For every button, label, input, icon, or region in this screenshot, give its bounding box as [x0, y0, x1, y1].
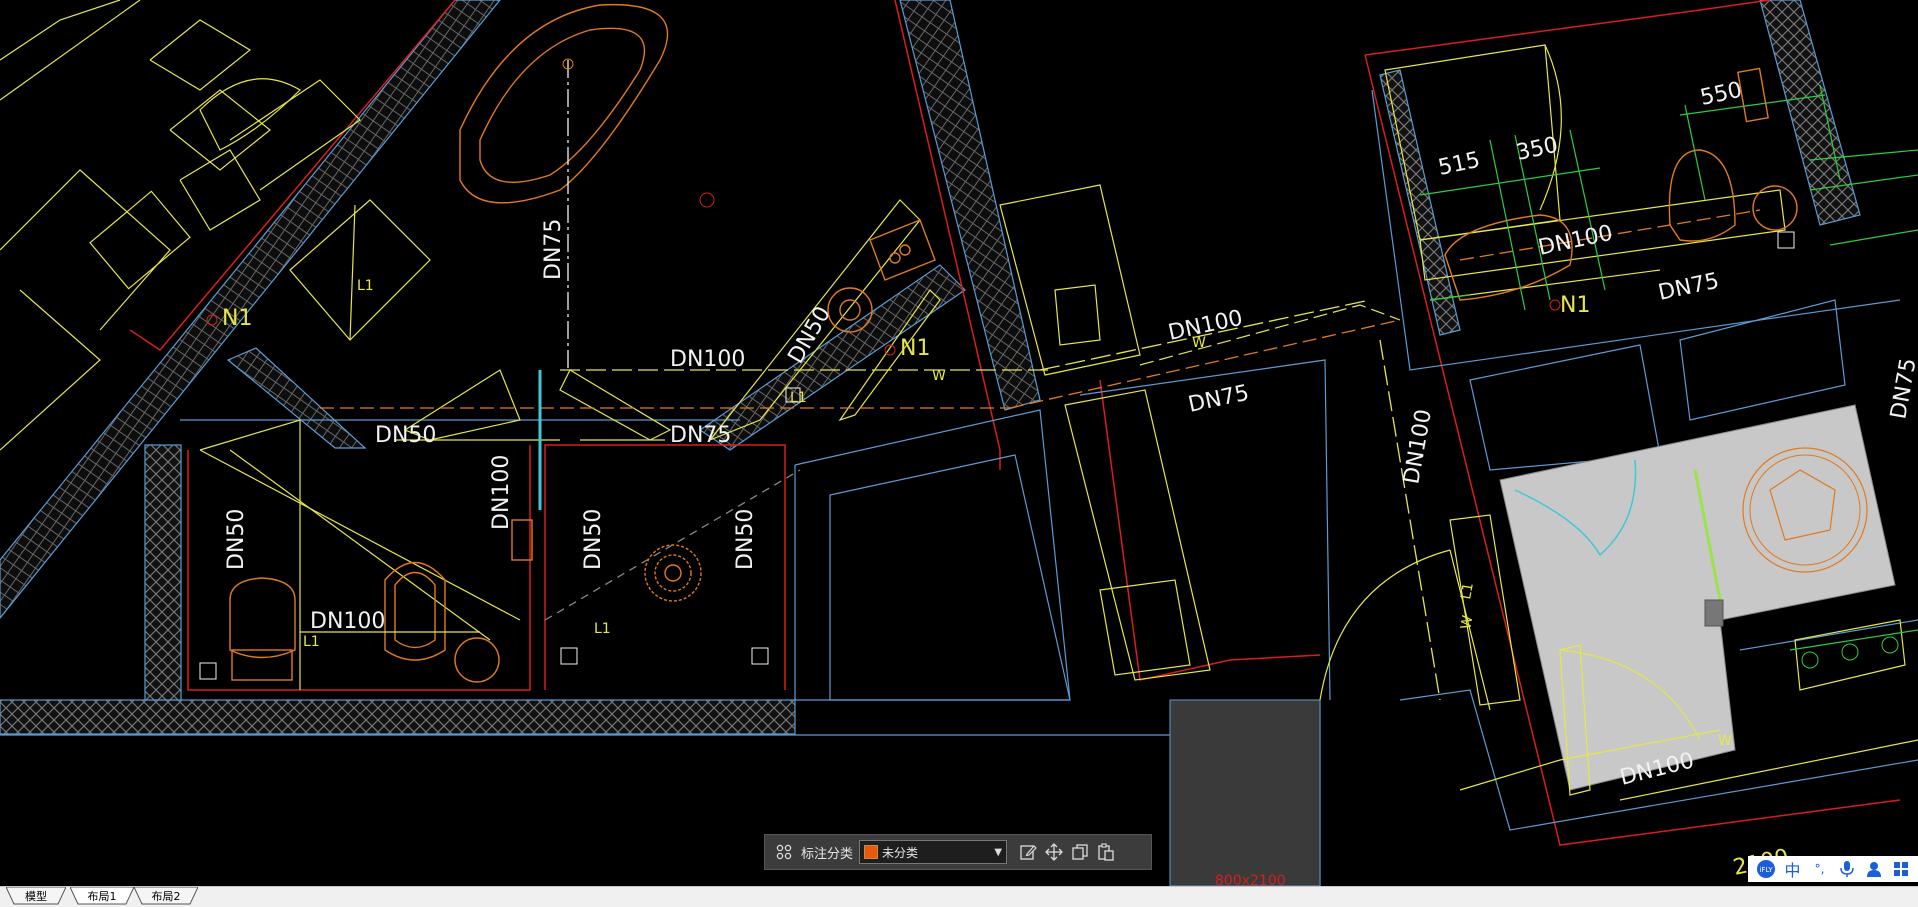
tab-layout1[interactable]: 布局1	[70, 887, 134, 905]
tab-layout1-label: 布局1	[87, 890, 117, 903]
label-l1: L1	[1458, 581, 1477, 600]
ime-logo-icon[interactable]: iFLY	[1755, 858, 1777, 880]
label-dim-350: 350	[1514, 133, 1560, 166]
label-dn50: DN50	[375, 423, 436, 448]
grey-room	[1499, 404, 1896, 791]
ime-chinese-mode[interactable]: 中	[1782, 858, 1804, 880]
tab-model-label: 模型	[25, 890, 47, 903]
label-dn75: DN75	[1656, 269, 1721, 306]
label-dn100: DN100	[310, 609, 385, 634]
label-n1: N1	[222, 306, 252, 331]
label-dn75: DN75	[541, 219, 566, 280]
label-dim-800x2100: 800x2100	[1215, 873, 1286, 886]
tab-layout2[interactable]: 布局2	[134, 887, 198, 905]
tab-layout2-label: 布局2	[151, 890, 181, 903]
label-w: W	[1458, 614, 1476, 631]
label-dim-550: 550	[1698, 78, 1744, 111]
category-color-swatch	[864, 845, 879, 859]
annotation-category-label: 标注分类	[801, 846, 854, 862]
label-dn50: DN50	[733, 509, 758, 570]
label-dn100: DN100	[670, 347, 745, 372]
cad-drawing-canvas[interactable]: DN75 DN100 DN50 N1 N1 N1 L1 L1 L1 L1 L1 …	[0, 0, 1918, 886]
apps-grid-icon[interactable]	[1890, 858, 1912, 880]
label-dn75: DN75	[1186, 381, 1251, 418]
label-dn75: DN75	[1886, 356, 1918, 421]
label-dn75: DN75	[670, 423, 731, 448]
label-dn50: DN50	[224, 509, 249, 570]
label-n1: N1	[900, 336, 930, 361]
label-l1: L1	[303, 634, 320, 650]
label-w: W	[1718, 733, 1732, 749]
svg-text:iFLY: iFLY	[1759, 866, 1773, 874]
label-w: W	[932, 368, 946, 384]
chevron-down-icon: ▼	[994, 846, 1003, 858]
label-l1: L1	[790, 390, 807, 406]
move-icon[interactable]	[1041, 839, 1067, 865]
label-dn100: DN100	[489, 455, 514, 530]
edit-icon[interactable]	[1015, 839, 1041, 865]
label-l1: L1	[357, 278, 374, 294]
ime-tray: iFLY 中 °,	[1748, 856, 1918, 882]
dark-block	[1169, 699, 1321, 886]
copy-icon[interactable]	[1067, 839, 1093, 865]
grid-icon[interactable]	[771, 839, 797, 865]
tab-model[interactable]: 模型	[6, 887, 66, 905]
label-dn50: DN50	[581, 509, 606, 570]
label-dn100: DN100	[1399, 407, 1437, 486]
annotation-toolbar: 标注分类 未分类 ▼	[764, 834, 1152, 870]
paste-icon[interactable]	[1093, 839, 1119, 865]
label-n1: N1	[1560, 293, 1590, 318]
user-icon[interactable]	[1863, 858, 1885, 880]
label-w: W	[1192, 335, 1206, 351]
ime-punct-mode[interactable]: °,	[1809, 858, 1831, 880]
microphone-icon[interactable]	[1836, 858, 1858, 880]
label-dim-515: 515	[1436, 148, 1482, 181]
label-l1: L1	[594, 621, 611, 637]
layout-tab-bar: 模型 布局1 布局2	[0, 886, 1918, 907]
category-value: 未分类	[882, 845, 919, 860]
annotation-category-select[interactable]: 未分类 ▼	[859, 840, 1008, 864]
